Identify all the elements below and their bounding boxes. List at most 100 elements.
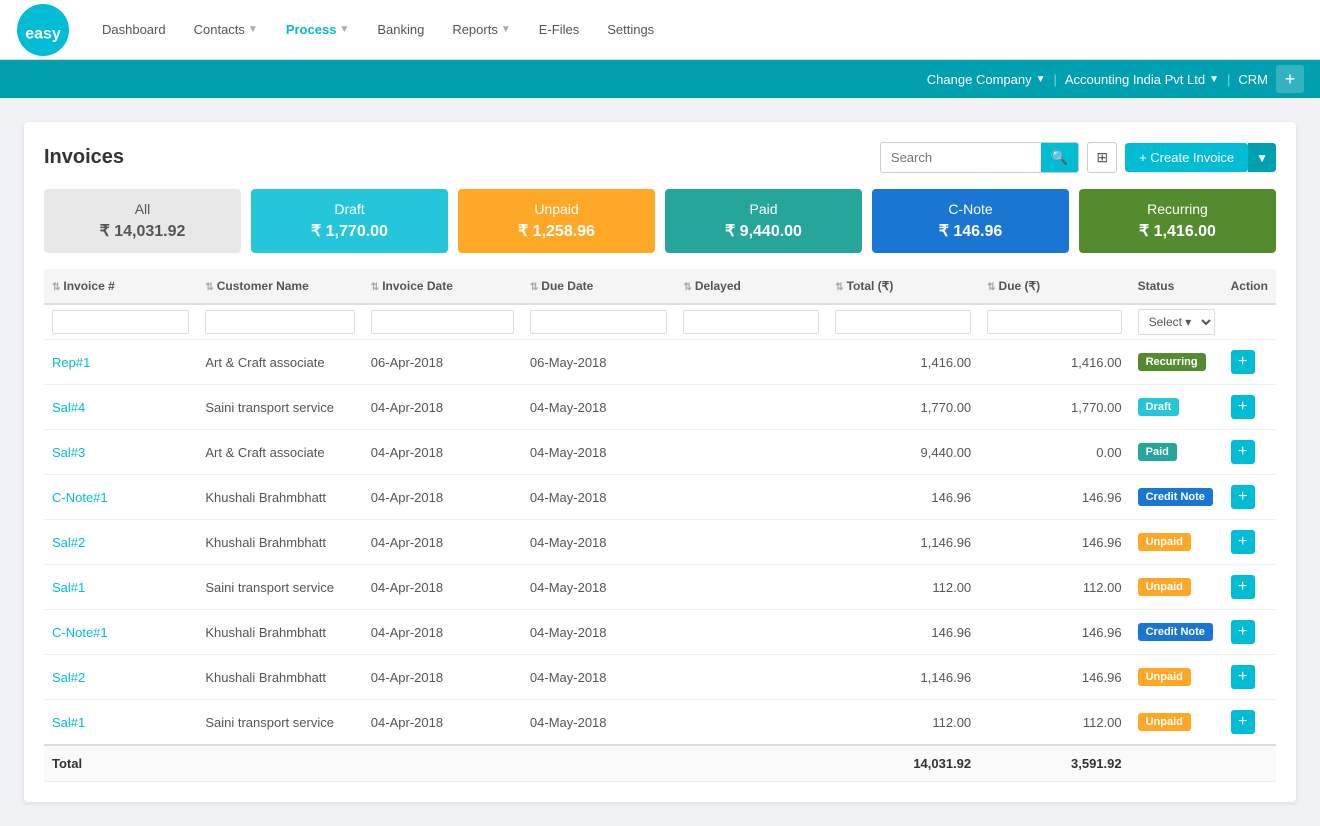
status-tab-all[interactable]: All₹ 14,031.92 [44,189,241,253]
total: 9,440.00 [827,430,979,475]
status-tabs: All₹ 14,031.92Draft₹ 1,770.00Unpaid₹ 1,2… [44,189,1276,253]
delayed [675,700,827,746]
total-due: 3,591.92 [979,745,1129,782]
status-badge: Unpaid [1130,520,1223,565]
search-box: 🔍 [880,142,1079,173]
action-button[interactable]: + [1231,350,1255,374]
crm-btn[interactable]: CRM [1238,72,1268,87]
filter-input-2[interactable] [371,310,514,334]
action-button[interactable]: + [1231,575,1255,599]
invoice-number[interactable]: Sal#2 [44,520,197,565]
nav-contacts[interactable]: Contacts ▼ [182,14,270,45]
total: 146.96 [827,610,979,655]
action-button[interactable]: + [1231,665,1255,689]
action-button[interactable]: + [1231,710,1255,734]
invoice-number[interactable]: Sal#1 [44,700,197,746]
status-badge: Recurring [1130,340,1223,385]
add-btn[interactable]: + [1276,65,1304,93]
nav-banking[interactable]: Banking [365,14,436,45]
invoice-date: 04-Apr-2018 [363,520,522,565]
search-button[interactable]: 🔍 [1041,143,1078,172]
invoice-date: 04-Apr-2018 [363,430,522,475]
nav-efiles[interactable]: E-Files [527,14,591,45]
invoice-number[interactable]: C-Note#1 [44,610,197,655]
invoice-table: ⇅Invoice #⇅Customer Name⇅Invoice Date⇅Du… [44,269,1276,782]
due-date: 04-May-2018 [522,610,676,655]
action-cell: + [1223,655,1276,700]
search-input[interactable] [881,144,1041,171]
create-invoice-dropdown-button[interactable]: ▼ [1248,143,1276,172]
col-due----[interactable]: ⇅Due (₹) [979,269,1129,304]
due-date: 04-May-2018 [522,700,676,746]
invoice-number[interactable]: Sal#3 [44,430,197,475]
main-nav: Dashboard Contacts ▼ Process ▼ Banking R… [90,14,1304,45]
action-button[interactable]: + [1231,620,1255,644]
action-button[interactable]: + [1231,530,1255,554]
nav-reports[interactable]: Reports ▼ [440,14,522,45]
nav-dashboard[interactable]: Dashboard [90,14,178,45]
svg-text:easy: easy [25,25,61,42]
invoice-number[interactable]: C-Note#1 [44,475,197,520]
invoice-number[interactable]: Sal#1 [44,565,197,610]
due-amount: 1,416.00 [979,340,1129,385]
table-row: Sal#1 Saini transport service 04-Apr-201… [44,700,1276,746]
action-button[interactable]: + [1231,485,1255,509]
action-cell: + [1223,700,1276,746]
action-button[interactable]: + [1231,395,1255,419]
status-badge: Draft [1130,385,1223,430]
col-invoice--[interactable]: ⇅Invoice # [44,269,197,304]
grid-view-button[interactable]: ⊞ [1087,142,1117,173]
due-amount: 146.96 [979,610,1129,655]
status-tab-draft[interactable]: Draft₹ 1,770.00 [251,189,448,253]
status-badge: Credit Note [1130,610,1223,655]
filter-input-1[interactable] [205,310,354,334]
nav-process[interactable]: Process ▼ [274,14,362,45]
logo[interactable]: easy [16,3,70,57]
action-button[interactable]: + [1231,440,1255,464]
customer-name: Khushali Brahmbhatt [197,520,362,565]
filter-input-4[interactable] [683,310,819,334]
status-tab-cnote[interactable]: C-Note₹ 146.96 [872,189,1069,253]
delayed [675,430,827,475]
invoice-date: 04-Apr-2018 [363,475,522,520]
invoice-date: 06-Apr-2018 [363,340,522,385]
filter-input-0[interactable] [52,310,189,334]
invoice-number[interactable]: Sal#2 [44,655,197,700]
create-invoice-button[interactable]: + Create Invoice [1125,143,1248,172]
filter-input-3[interactable] [530,310,668,334]
company-name-btn[interactable]: Accounting India Pvt Ltd ▼ [1065,72,1219,87]
delayed [675,340,827,385]
invoice-date: 04-Apr-2018 [363,700,522,746]
customer-name: Khushali Brahmbhatt [197,610,362,655]
total: 1,146.96 [827,520,979,565]
total-amount: 14,031.92 [827,745,979,782]
customer-name: Khushali Brahmbhatt [197,475,362,520]
invoice-date: 04-Apr-2018 [363,655,522,700]
filter-input-5[interactable] [835,310,971,334]
filter-input-6[interactable] [987,310,1121,334]
status-badge: Credit Note [1130,475,1223,520]
action-cell: + [1223,430,1276,475]
action-cell: + [1223,520,1276,565]
col-due-date[interactable]: ⇅Due Date [522,269,676,304]
invoices-card: Invoices 🔍 ⊞ + Create Invoice ▼ All₹ 14,… [24,122,1296,802]
table-row: Sal#3 Art & Craft associate 04-Apr-2018 … [44,430,1276,475]
col-total----[interactable]: ⇅Total (₹) [827,269,979,304]
status-tab-unpaid[interactable]: Unpaid₹ 1,258.96 [458,189,655,253]
total: 112.00 [827,565,979,610]
col-invoice-date[interactable]: ⇅Invoice Date [363,269,522,304]
status-filter-select[interactable]: Select ▾ [1138,309,1215,335]
action-cell: + [1223,340,1276,385]
total: 1,770.00 [827,385,979,430]
invoices-header: Invoices 🔍 ⊞ + Create Invoice ▼ [44,142,1276,173]
invoice-number[interactable]: Rep#1 [44,340,197,385]
nav-settings[interactable]: Settings [595,14,666,45]
col-customer-name[interactable]: ⇅Customer Name [197,269,362,304]
status-tab-paid[interactable]: Paid₹ 9,440.00 [665,189,862,253]
status-tab-recurring[interactable]: Recurring₹ 1,416.00 [1079,189,1276,253]
change-company-btn[interactable]: Change Company ▼ [927,72,1046,87]
invoice-number[interactable]: Sal#4 [44,385,197,430]
total: 112.00 [827,700,979,746]
table-row: C-Note#1 Khushali Brahmbhatt 04-Apr-2018… [44,610,1276,655]
col-delayed[interactable]: ⇅Delayed [675,269,827,304]
